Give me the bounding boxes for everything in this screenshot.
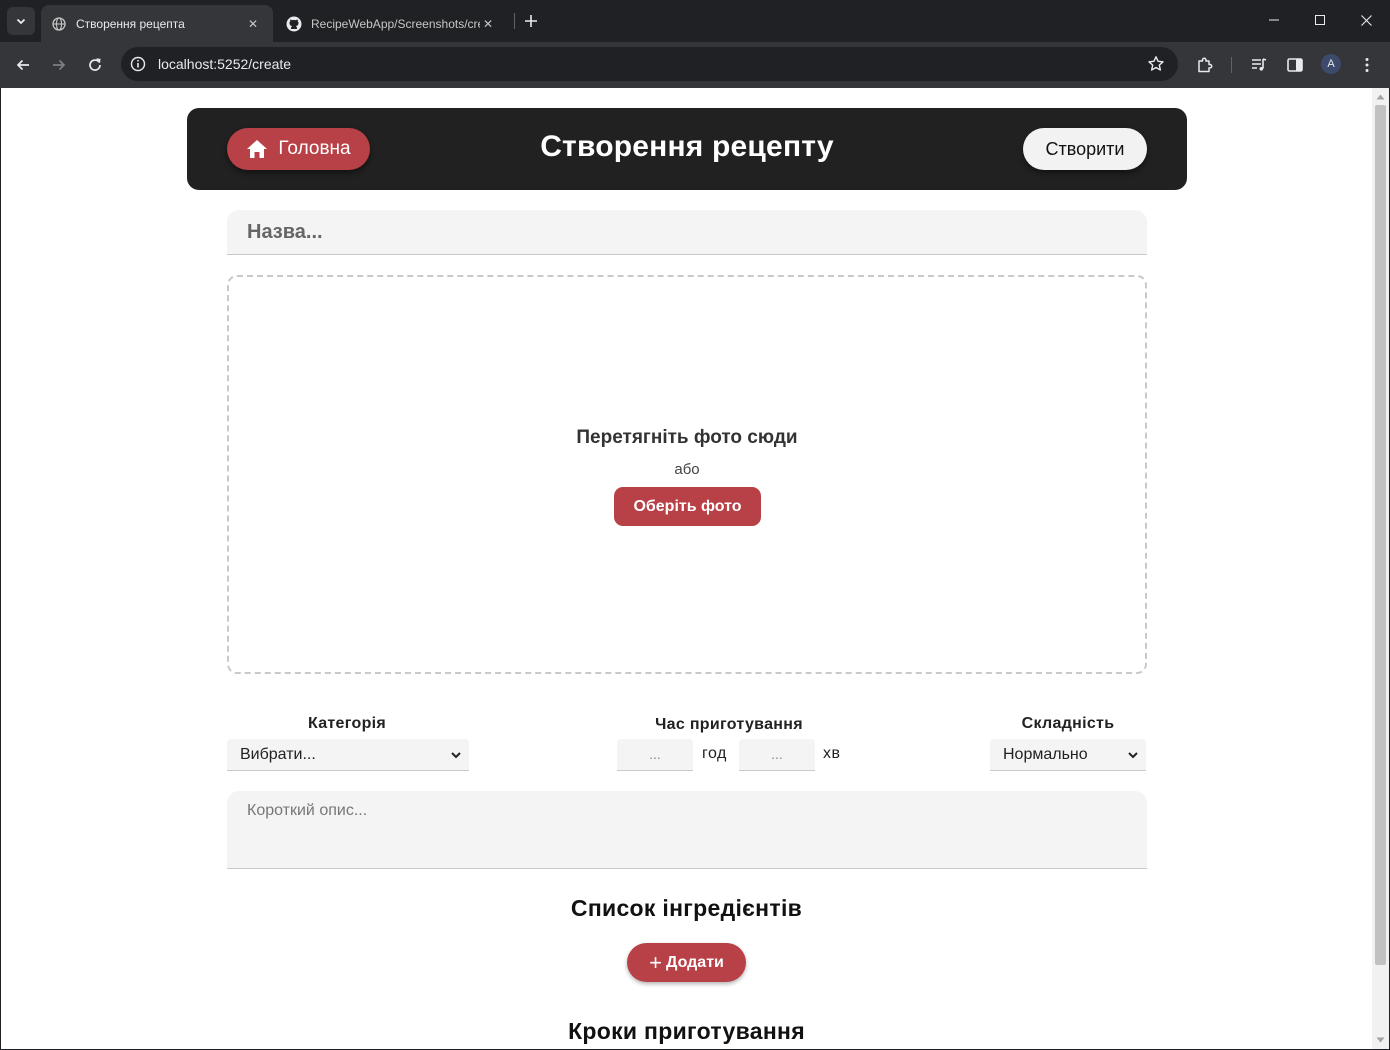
create-recipe-button[interactable]: Створити [1023,128,1147,170]
dropzone-or-text: або [674,461,700,478]
media-controls-button[interactable] [1247,53,1271,77]
category-selected-value: Вибрати... [240,745,316,763]
hours-input[interactable]: ... [617,739,693,771]
queue-music-icon [1252,58,1267,71]
address-bar[interactable]: localhost:5252/create [121,47,1178,81]
browser-toolbar: localhost:5252/create A [0,42,1390,88]
extensions-button[interactable] [1193,53,1217,77]
page-viewport: Головна Створення рецепту Створити Перет… [1,88,1372,1049]
category-select[interactable]: Вибрати... [227,739,469,771]
minutes-unit: хв [823,745,841,762]
side-panel-icon [1287,58,1303,72]
maximize-icon [1315,15,1325,25]
toolbar-divider [1231,57,1232,73]
scroll-thumb[interactable] [1375,105,1386,965]
minimize-button[interactable] [1251,0,1297,40]
minutes-input[interactable]: ... [739,739,815,771]
url-text: localhost:5252/create [158,56,292,72]
reload-button[interactable] [80,50,110,80]
tab-divider [514,13,515,29]
cook-time-label: Час приготування [655,716,803,733]
page-scrollbar[interactable] [1372,88,1389,1049]
chevron-down-icon [16,18,26,25]
chevron-down-icon [1127,749,1139,761]
page-header: Головна Створення рецепту Створити [187,108,1187,190]
close-window-button[interactable] [1343,0,1389,40]
bookmark-star-icon[interactable] [1146,54,1166,74]
tab-title: RecipeWebApp/Screenshots/create [311,16,480,31]
plus-icon: + [649,949,662,975]
recipe-name-input[interactable] [227,210,1147,255]
chevron-down-icon [450,749,462,761]
close-tab-icon[interactable]: ✕ [245,16,261,32]
arrow-left-icon [16,59,29,71]
globe-icon [51,16,67,32]
photo-dropzone[interactable]: Перетягніть фото сюди або Оберіть фото [227,275,1147,674]
difficulty-label: Складність [1021,715,1115,732]
scroll-up-icon[interactable] [1376,92,1385,101]
arrow-right-icon [53,59,66,71]
reload-icon [89,58,101,71]
tab-github[interactable]: RecipeWebApp/Screenshots/create ✕ [276,5,508,42]
more-vertical-icon [1365,58,1369,72]
close-tab-icon[interactable]: ✕ [480,16,496,32]
browser-menu-button[interactable] [1355,53,1379,77]
site-info-icon[interactable] [126,52,150,76]
difficulty-select[interactable]: Нормально [990,739,1146,771]
tab-create-recipe[interactable]: Створення рецепта ✕ [41,5,273,42]
difficulty-selected-value: Нормально [1003,745,1088,763]
github-icon [286,16,302,32]
description-textarea[interactable]: Короткий опис... [227,791,1147,869]
ingredients-title: Список інгредієнтів [570,895,803,921]
new-tab-button[interactable] [520,10,542,32]
add-ingredient-button[interactable]: + Додати [627,943,746,982]
minimize-icon [1269,19,1279,21]
puzzle-icon [1198,57,1213,73]
forward-button[interactable] [44,50,74,80]
tab-search-button[interactable] [7,7,35,35]
dropzone-title: Перетягніть фото сюди [576,427,798,448]
browser-tab-bar: Створення рецепта ✕ RecipeWebApp/Screens… [0,0,1390,42]
steps-title: Кроки приготування [568,1018,805,1044]
tab-title: Створення рецепта [76,16,185,31]
side-panel-button[interactable] [1283,53,1307,77]
profile-avatar[interactable]: A [1321,54,1341,74]
close-icon [1360,14,1372,26]
maximize-button[interactable] [1297,0,1343,40]
scroll-down-icon[interactable] [1376,1035,1385,1044]
choose-photo-button[interactable]: Оберіть фото [614,487,761,526]
hours-unit: год [702,745,727,762]
add-ingredient-label: Додати [665,953,724,971]
plus-icon [525,15,537,27]
back-button[interactable] [8,50,38,80]
category-label: Категорія [307,715,387,732]
